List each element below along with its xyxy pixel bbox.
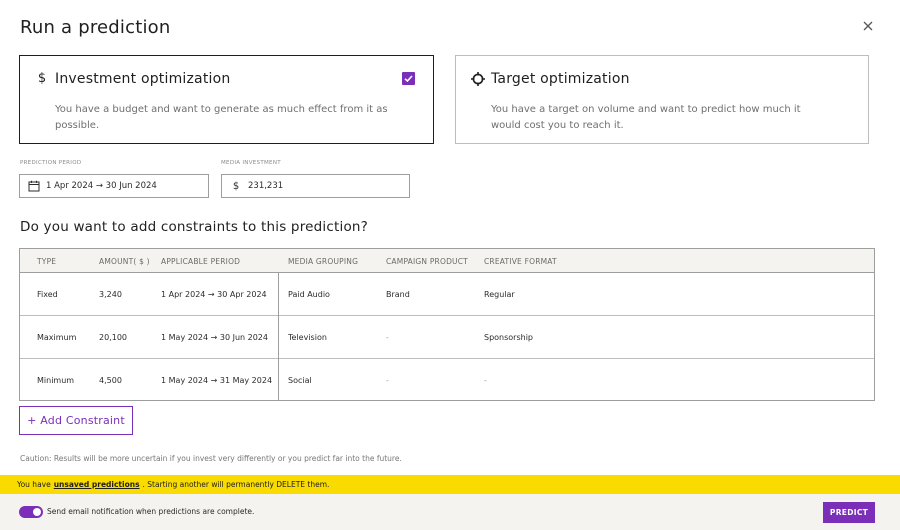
footer-bar: Send email notification when predictions…: [0, 494, 900, 530]
table-row[interactable]: Maximum 20,100 1 May 2024 → 30 Jun 2024 …: [20, 316, 874, 359]
media-investment-label: MEDIA INVESTMENT: [221, 160, 281, 166]
column-header: MEDIA GROUPING: [288, 257, 359, 266]
add-constraint-button[interactable]: + Add Constraint: [19, 406, 133, 435]
cell-amount: 3,240: [99, 290, 122, 299]
column-header: APPLICABLE PERIOD: [161, 257, 241, 266]
dollar-icon: $: [232, 180, 240, 192]
toggle-label: Send email notification when predictions…: [47, 507, 255, 516]
table-row[interactable]: Minimum 4,500 1 May 2024 → 31 May 2024 S…: [20, 359, 874, 402]
card-description: You have a budget and want to generate a…: [55, 104, 388, 131]
target-optimization-card[interactable]: Target optimization You have a target on…: [455, 55, 869, 144]
column-header: TYPE: [37, 257, 57, 266]
cell-format: Sponsorship: [484, 333, 534, 342]
table-row[interactable]: Fixed 3,240 1 Apr 2024 → 30 Apr 2024 Pai…: [20, 273, 874, 316]
prediction-period-field[interactable]: 1 Apr 2024 → 30 Jun 2024: [19, 174, 209, 198]
caution-text: Caution: Results will be more uncertain …: [20, 454, 402, 463]
banner-suffix: . Starting another will permanently DELE…: [142, 480, 330, 489]
cell-grouping: Social: [288, 376, 312, 385]
banner-prefix: You have: [17, 480, 51, 489]
close-icon[interactable]: [860, 18, 876, 34]
prediction-period-label: PREDICTION PERIOD: [20, 160, 82, 166]
cell-type: Fixed: [37, 290, 58, 299]
media-investment-value: 231,231: [248, 181, 284, 191]
cell-product: Brand: [386, 290, 410, 299]
cell-format: -: [484, 376, 487, 385]
dollar-icon: $: [37, 71, 47, 86]
cell-type: Minimum: [37, 376, 75, 385]
cell-period: 1 May 2024 → 30 Jun 2024: [161, 333, 268, 342]
column-divider: [278, 273, 279, 401]
cell-grouping: Television: [288, 333, 327, 342]
media-investment-field[interactable]: $ 231,231: [221, 174, 410, 198]
card-description: You have a target on volume and want to …: [491, 104, 801, 131]
column-header: CREATIVE FORMAT: [484, 257, 557, 266]
cell-grouping: Paid Audio: [288, 290, 330, 299]
cell-product: -: [386, 333, 389, 342]
prediction-period-value: 1 Apr 2024 → 30 Jun 2024: [46, 181, 157, 191]
card-title: Investment optimization: [55, 71, 231, 87]
email-notification-toggle[interactable]: [19, 506, 43, 518]
predict-button[interactable]: PREDICT: [823, 502, 875, 523]
banner-bold: unsaved predictions: [53, 480, 140, 489]
cell-amount: 20,100: [99, 333, 127, 342]
cell-format: Regular: [484, 290, 515, 299]
table-header: TYPE AMOUNT( $ ) APPLICABLE PERIOD MEDIA…: [20, 249, 874, 273]
cell-product: -: [386, 376, 389, 385]
constraints-table: TYPE AMOUNT( $ ) APPLICABLE PERIOD MEDIA…: [19, 248, 875, 401]
cell-period: 1 Apr 2024 → 30 Apr 2024: [161, 290, 267, 299]
cell-amount: 4,500: [99, 376, 122, 385]
cell-period: 1 May 2024 → 31 May 2024: [161, 376, 273, 385]
card-title: Target optimization: [491, 71, 630, 87]
checkbox-checked-icon[interactable]: [402, 72, 415, 85]
column-header: AMOUNT( $ ): [99, 257, 150, 266]
investment-optimization-card[interactable]: $ Investment optimization You have a bud…: [19, 55, 434, 144]
constraints-heading: Do you want to add constraints to this p…: [20, 219, 369, 235]
column-header: CAMPAIGN PRODUCT: [386, 257, 468, 266]
cell-type: Maximum: [37, 333, 77, 342]
calendar-icon: [28, 180, 40, 192]
page-title: Run a prediction: [20, 17, 171, 38]
crosshair-icon: [470, 71, 486, 87]
unsaved-warning-banner: You have unsaved predictions . Starting …: [0, 475, 900, 494]
